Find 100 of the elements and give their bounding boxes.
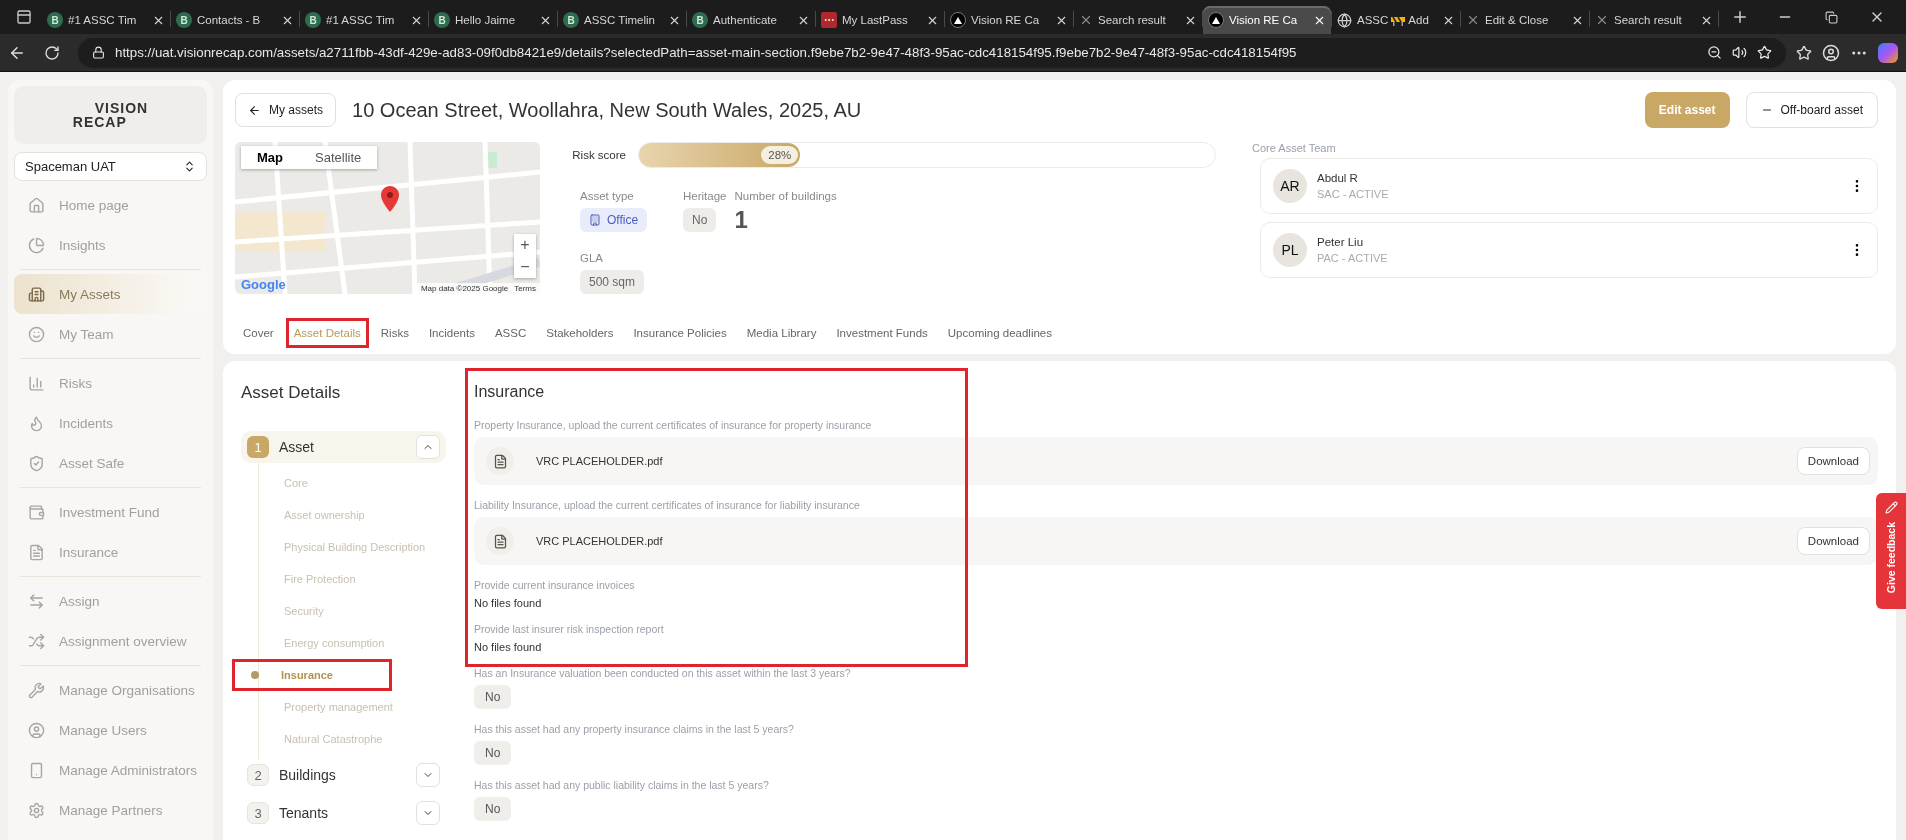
browser-tab[interactable]: Search result — [1074, 6, 1202, 34]
restore-icon[interactable] — [1824, 10, 1838, 24]
risk-score-label: Risk score — [571, 149, 626, 161]
page-tab[interactable]: Media Library — [738, 318, 825, 348]
question-label: Has this asset had any public liability claims in the last 5 years? — [474, 779, 770, 791]
logo-text: VISION — [93, 100, 149, 115]
zoom-out-icon[interactable] — [1707, 45, 1722, 60]
nav-icon — [28, 592, 45, 610]
browser-tab[interactable]: B #1 ASSC Tim — [300, 6, 428, 34]
globe-icon — [1337, 12, 1352, 28]
download-button[interactable]: Download — [1796, 447, 1870, 475]
nav-icon — [28, 681, 45, 699]
section-title: Insurance — [474, 383, 546, 401]
page-tab[interactable]: Incidents — [420, 318, 483, 348]
asset-type-tag: Office — [580, 208, 648, 232]
expand-toggle[interactable] — [416, 763, 440, 787]
page-tab[interactable]: ASSC — [486, 318, 535, 348]
feedback-tab[interactable]: Give feedback — [1876, 493, 1906, 609]
step-number: 2 — [247, 764, 269, 786]
answer-value: No — [474, 797, 512, 821]
browser-tab[interactable]: B Authenticate — [687, 6, 815, 34]
step-header[interactable]: 2 Buildings — [241, 759, 446, 791]
expand-toggle[interactable] — [416, 435, 440, 459]
page-tab[interactable]: Risks — [372, 318, 417, 348]
gla-value: 500 sqm — [580, 270, 645, 294]
field-label: Provide current insurance invoices — [474, 579, 636, 591]
heritage-value: No — [683, 208, 717, 232]
question-label: Has an Insurance valuation been conducted on this asset within the last 3 years? — [474, 667, 852, 679]
back-button[interactable]: My assets — [235, 93, 336, 127]
map-view-toggle[interactable]: Map — [241, 146, 299, 169]
arrow-left-icon — [248, 103, 261, 117]
read-aloud-icon[interactable] — [1732, 45, 1747, 60]
browser-tab[interactable]: Search result — [1590, 6, 1718, 34]
barrier-icon — [1391, 14, 1406, 26]
avatar: AR — [1273, 169, 1307, 203]
profile-icon[interactable] — [1822, 43, 1840, 62]
terms-link[interactable]: Terms — [514, 284, 536, 293]
nav-icon — [28, 414, 45, 432]
nav-icon — [28, 543, 45, 561]
browser-tab[interactable]: B Hello Jaime — [429, 6, 557, 34]
page-tab[interactable]: Insurance Policies — [625, 318, 735, 348]
answer-value: No — [474, 685, 512, 709]
nav-icon — [28, 374, 45, 392]
page-tab[interactable]: Cover — [235, 318, 282, 348]
browser-tab[interactable]: Vision RE Ca — [1203, 6, 1331, 34]
favorites-icon[interactable] — [1796, 44, 1812, 61]
browser-tab[interactable]: My LastPass — [816, 6, 944, 34]
avatar: PL — [1273, 233, 1307, 267]
favicon-icon: B — [47, 12, 63, 28]
question-label: Has this asset had any property insurance claims in the last 5 years? — [474, 723, 795, 735]
map-logo: Google — [241, 277, 286, 292]
favicon-icon — [1079, 13, 1093, 27]
nav-icon — [28, 285, 45, 303]
team-member-card[interactable]: AR Abdul R SAC - ACTIVE — [1260, 158, 1878, 214]
favicon-icon: B — [176, 12, 192, 28]
favicon-icon — [1595, 13, 1609, 27]
page-tab[interactable]: Stakeholders — [538, 318, 622, 348]
browser-tab[interactable]: B #1 ASSC Tim — [42, 6, 170, 34]
browser-tab[interactable]: B Contacts - B — [171, 6, 299, 34]
favicon-icon: B — [692, 12, 708, 28]
file-name: VRC PLACEHOLDER.pdf — [536, 535, 664, 547]
browser-tab[interactable]: Edit & Close — [1461, 6, 1589, 34]
browser-tab[interactable]: B ASSC Timelin — [558, 6, 686, 34]
reload-icon[interactable] — [44, 44, 60, 61]
organisation-select[interactable]: Spaceman UAT — [14, 151, 207, 181]
section-title: Asset Details — [241, 383, 342, 403]
map-attribution: Map data ©2025 Google — [420, 284, 509, 293]
map-view-toggle[interactable]: Satellite — [299, 146, 378, 169]
attribute-label: GLA — [580, 252, 603, 264]
expand-toggle[interactable] — [416, 801, 440, 825]
page-tab[interactable]: Upcoming deadlines — [939, 318, 1060, 348]
zoom-out-button[interactable]: − — [514, 256, 536, 278]
team-member-card[interactable]: PL Peter Liu PAC - ACTIVE — [1260, 222, 1878, 278]
star-icon[interactable] — [1757, 45, 1772, 60]
member-name: Peter Liu — [1317, 236, 1365, 248]
nav-icon — [28, 325, 45, 343]
copilot-icon[interactable] — [1878, 42, 1898, 63]
download-button[interactable]: Download — [1796, 527, 1870, 555]
browser-tab[interactable]: Vision RE Ca — [945, 6, 1073, 34]
new-tab-icon[interactable] — [1731, 8, 1749, 26]
answer-value: No — [474, 741, 512, 765]
offboard-button[interactable]: Off-board asset — [1745, 92, 1878, 128]
document-icon — [486, 527, 514, 555]
document-icon — [486, 447, 514, 475]
page-tab[interactable]: Investment Funds — [828, 318, 936, 348]
address-bar[interactable]: https://uat.visionrecap.com/assets/a2711fbb-43df-429e-ad83-09f0db8421e9/details?selectedPath=asset-main-section.f9ebe7b2-9e47-48f3-95ac-cdc418154f95.f9ebe7b2-9e47-48f3-95ac-cdc418154f95 — [78, 37, 1786, 68]
step-header[interactable]: 1 Asset — [241, 431, 446, 463]
favicon-icon: B — [563, 12, 579, 28]
nav-icon — [28, 236, 45, 254]
zoom-in-button[interactable]: + — [514, 234, 536, 256]
member-role: PAC - ACTIVE — [1317, 252, 1389, 264]
nav-icon — [28, 801, 45, 819]
map-placeholder[interactable]: Map Satellite + − Google Map data ©2025 Google Terms — [235, 142, 540, 294]
file-name: VRC PLACEHOLDER.pdf — [536, 455, 664, 467]
nav-icon — [28, 454, 45, 472]
step-header[interactable]: 3 Tenants — [241, 797, 446, 829]
step-number: 1 — [247, 436, 269, 458]
logo-text: RECAP — [72, 114, 128, 129]
tab-actions-icon[interactable] — [16, 9, 32, 25]
browser-tab[interactable]: ASSC Add — [1332, 6, 1460, 34]
